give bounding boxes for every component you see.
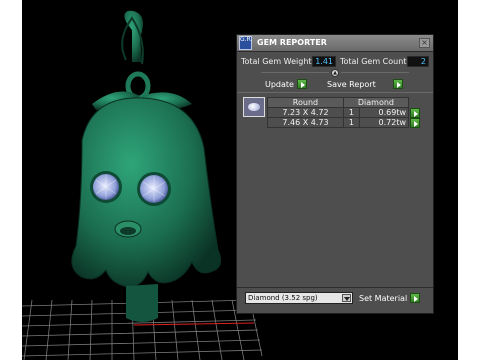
table-row: 7.46 X 4.73 1 0.72tw [267,117,421,128]
column-header-material: Diamond [342,97,410,108]
save-report-button[interactable] [393,79,403,89]
table-row: 7.23 X 4.72 1 0.69tw [267,107,421,118]
material-select[interactable]: Diamond (3.52 spg) [245,292,353,304]
gem-weight-cell: 0.69tw [358,107,410,118]
gem-count-cell: 1 [342,107,360,118]
round-diamond-gem-icon[interactable] [243,97,265,117]
total-gem-weight-label: Total Gem Weight [241,57,312,66]
row-select-button[interactable] [410,117,420,128]
gem-reporter-panel: G.R. GEM REPORTER × Total Gem Weight 1.4… [236,34,434,314]
collapse-toggle-icon[interactable]: ▲ [331,69,339,77]
gem-count-cell: 1 [342,117,360,128]
total-gem-weight-value: 1.41 [312,56,336,67]
row-select-button[interactable] [410,107,420,118]
column-header-shape: Round [267,97,344,108]
gem-size-cell: 7.23 X 4.72 [267,107,344,118]
close-icon[interactable]: × [419,38,430,48]
total-gem-count-label: Total Gem Count [340,57,407,66]
gem-size-cell: 7.46 X 4.73 [267,117,344,128]
column-header-spacer [409,98,421,108]
separator-left [261,72,329,73]
panel-titlebar[interactable]: G.R. GEM REPORTER × [237,35,433,52]
chevron-down-icon[interactable] [342,294,351,302]
save-report-button-label[interactable]: Save Report [327,80,376,89]
material-select-value: Diamond (3.52 spg) [248,294,318,302]
set-material-button[interactable] [410,293,420,303]
gem-table: Round Diamond 7.23 X 4.72 1 0.69tw 7.46 … [267,97,421,128]
gem-weight-cell: 0.72tw [358,117,410,128]
x-axis-line [133,322,255,326]
total-gem-count-value: 2 [407,56,429,67]
gem-reporter-app-icon: G.R. [239,36,252,50]
update-button-label[interactable]: Update [265,80,294,89]
set-material-button-label[interactable]: Set Material [359,294,407,303]
separator-right [341,72,409,73]
pendant-stem [126,284,158,322]
update-button[interactable] [297,79,307,89]
panel-title: GEM REPORTER [257,38,327,47]
separator-top [237,92,433,93]
